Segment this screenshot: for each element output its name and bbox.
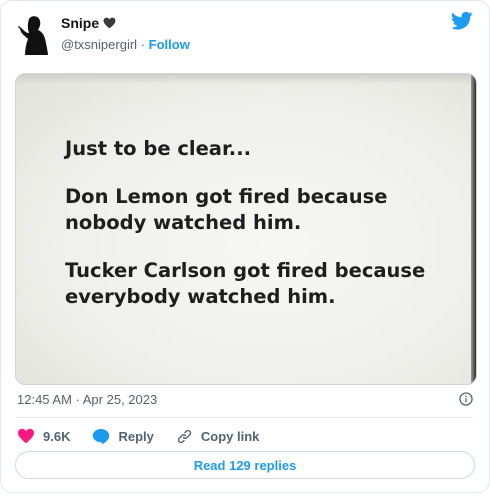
handle-separator: · (140, 37, 146, 52)
avatar[interactable] (17, 13, 53, 55)
speech-bubble-icon (93, 428, 110, 444)
reply-label: Reply (118, 428, 154, 444)
handle[interactable]: @txsnipergirl (61, 37, 137, 52)
link-icon (177, 429, 191, 443)
black-heart-icon (103, 17, 116, 29)
copy-link-label: Copy link (200, 428, 260, 444)
author-names: Snipe @txsnipergirl · Follow (61, 15, 190, 52)
read-replies-label: Read 129 replies (193, 457, 297, 473)
like-count: 9.6K (43, 428, 71, 444)
read-replies-button[interactable]: Read 129 replies (15, 451, 475, 479)
image-text-line: Just to be clear... (65, 137, 252, 160)
follow-link[interactable]: Follow (149, 37, 190, 52)
tweet-header: Snipe @txsnipergirl · Follow (17, 11, 473, 57)
display-name-text: Snipe (61, 15, 100, 31)
like-button[interactable]: 9.6K (17, 428, 70, 444)
twitter-bird-icon[interactable] (451, 11, 473, 31)
info-icon[interactable] (459, 392, 473, 406)
image-text-line: Tucker Carlson got fired because everybo… (65, 259, 426, 308)
divider (17, 417, 473, 418)
reply-button[interactable]: Reply (92, 428, 154, 445)
handle-line: @txsnipergirl · Follow (61, 37, 190, 52)
tweet-timestamp[interactable]: 12:45 AM · Apr 25, 2023 (17, 392, 157, 407)
image-right-edge (471, 74, 476, 384)
image-top-edge (16, 74, 476, 84)
image-text-line: Don Lemon got fired because nobody watch… (65, 185, 388, 234)
action-bar: 9.6K Reply Copy link (17, 426, 281, 446)
copy-link-button[interactable]: Copy link (176, 428, 260, 445)
heart-icon (18, 428, 34, 444)
tweet-embed: Snipe @txsnipergirl · Follow Just to be … (0, 0, 490, 493)
image-text: Just to be clear... Don Lemon got fired … (65, 136, 455, 332)
tweet-image[interactable]: Just to be clear... Don Lemon got fired … (15, 73, 477, 385)
display-name[interactable]: Snipe (61, 15, 116, 31)
